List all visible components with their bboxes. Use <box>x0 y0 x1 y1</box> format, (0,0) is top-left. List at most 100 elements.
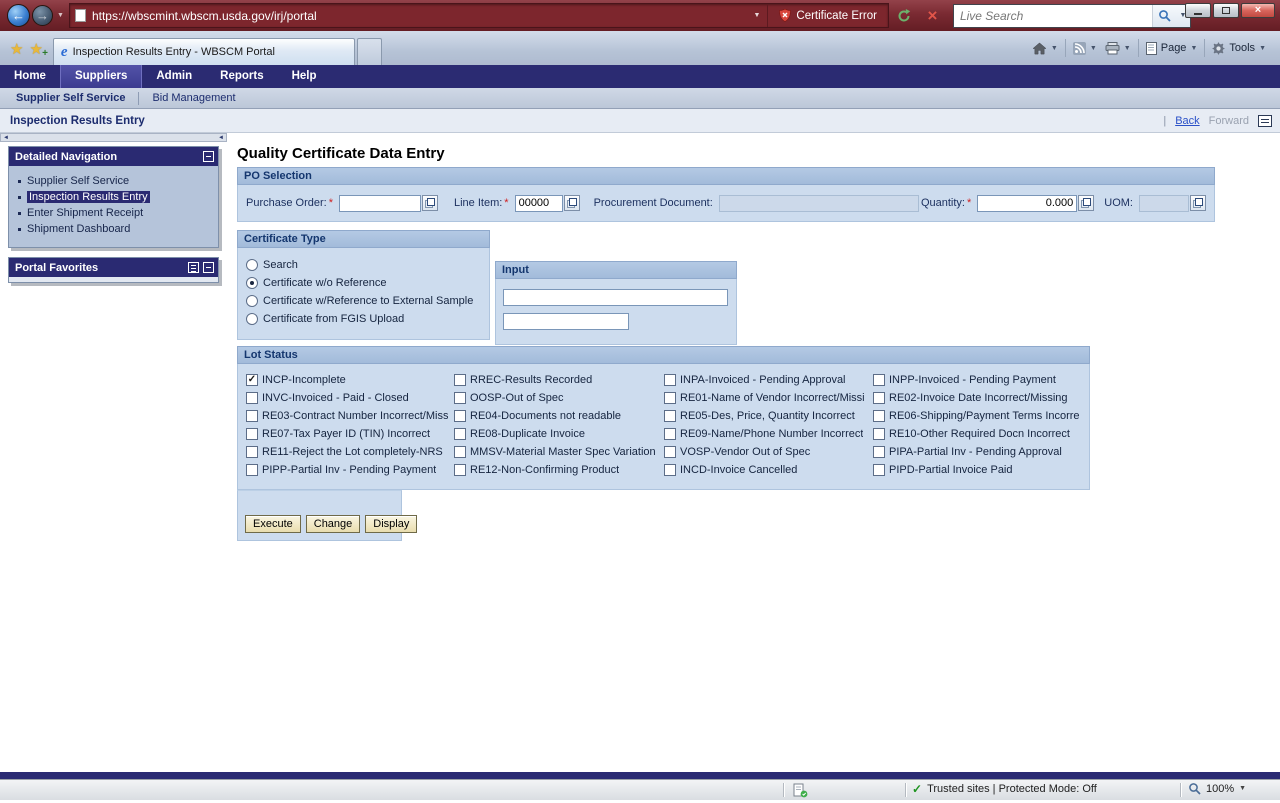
search-input[interactable] <box>954 9 1152 23</box>
feeds-button[interactable]: ▼ <box>1069 31 1101 65</box>
checkbox-icon[interactable] <box>664 374 676 386</box>
page-menu-button[interactable]: Page ▼ <box>1142 31 1202 65</box>
menu-item-reports[interactable]: Reports <box>206 65 277 88</box>
print-button[interactable]: ▼ <box>1101 31 1135 65</box>
checkbox-icon[interactable] <box>873 410 885 422</box>
lot-status-item-re02[interactable]: RE02-Invoice Date Incorrect/Missing <box>873 389 1089 407</box>
page-options-icon[interactable] <box>1258 115 1272 127</box>
certificate-type-option-certificate-w-o-reference[interactable]: Certificate w/o Reference <box>246 274 489 292</box>
submenu-item-bid-management[interactable]: Bid Management <box>152 92 235 104</box>
display-button[interactable]: Display <box>365 515 417 533</box>
search-icon[interactable] <box>1152 5 1176 27</box>
refresh-button[interactable] <box>892 3 917 28</box>
lot-status-item-oosp[interactable]: OOSP-Out of Spec <box>454 389 664 407</box>
lot-status-item-inpp[interactable]: INPP-Invoiced - Pending Payment <box>873 371 1089 389</box>
menu-item-home[interactable]: Home <box>0 65 60 88</box>
input-field-1[interactable] <box>503 289 728 306</box>
lot-status-item-pipd[interactable]: PIPD-Partial Invoice Paid <box>873 461 1089 479</box>
checkbox-icon[interactable] <box>246 428 258 440</box>
sidebar-item-shipment-dashboard[interactable]: Shipment Dashboard <box>9 221 218 237</box>
tools-dropdown-icon[interactable]: ▼ <box>1259 45 1266 52</box>
portal-back-link[interactable]: Back <box>1175 115 1199 127</box>
checkbox-icon[interactable] <box>873 446 885 458</box>
page-dropdown-icon[interactable]: ▼ <box>1190 45 1197 52</box>
checkbox-icon[interactable] <box>454 446 466 458</box>
certificate-type-option-certificate-from-fgis-upload[interactable]: Certificate from FGIS Upload <box>246 310 489 328</box>
checkbox-icon[interactable] <box>454 464 466 476</box>
radio-icon[interactable] <box>246 277 258 289</box>
checkbox-icon[interactable] <box>454 392 466 404</box>
certificate-type-option-certificate-w-reference-to-external-sample[interactable]: Certificate w/Reference to External Samp… <box>246 292 489 310</box>
value-help-icon[interactable] <box>1190 195 1206 211</box>
input-field-2[interactable] <box>503 313 629 330</box>
lot-status-item-re09[interactable]: RE09-Name/Phone Number Incorrect <box>664 425 873 443</box>
change-button[interactable]: Change <box>306 515 361 533</box>
lot-status-item-re07[interactable]: RE07-Tax Payer ID (TIN) Incorrect <box>246 425 454 443</box>
menu-item-help[interactable]: Help <box>278 65 331 88</box>
address-bar[interactable]: https://wbscmint.wbscm.usda.gov/irj/port… <box>69 3 889 28</box>
lot-status-item-pipp[interactable]: PIPP-Partial Inv - Pending Payment <box>246 461 454 479</box>
checkbox-icon[interactable] <box>664 392 676 404</box>
checkbox-icon[interactable] <box>246 410 258 422</box>
radio-icon[interactable] <box>246 295 258 307</box>
checkbox-icon[interactable] <box>246 464 258 476</box>
print-dropdown-icon[interactable]: ▼ <box>1124 45 1131 52</box>
lot-status-item-rrec[interactable]: RREC-Results Recorded <box>454 371 664 389</box>
lot-status-item-invc[interactable]: INVC-Invoiced - Paid - Closed <box>246 389 454 407</box>
lot-status-item-re11[interactable]: RE11-Reject the Lot completely-NRS <box>246 443 454 461</box>
checkbox-icon[interactable] <box>873 392 885 404</box>
purchase-order-input[interactable] <box>339 195 421 212</box>
tools-menu-button[interactable]: Tools ▼ <box>1208 31 1270 65</box>
sidebar-item-inspection-results-entry[interactable]: Inspection Results Entry <box>9 189 218 205</box>
menu-item-suppliers[interactable]: Suppliers <box>60 65 142 88</box>
scroll-right-icon[interactable]: ◄ <box>218 135 224 141</box>
value-help-icon[interactable] <box>1078 195 1094 211</box>
checkbox-icon[interactable] <box>873 464 885 476</box>
lot-status-item-incd[interactable]: INCD-Invoice Cancelled <box>664 461 873 479</box>
value-help-icon[interactable] <box>422 195 438 211</box>
sidebar-scrollbar[interactable]: ◄ ◄ <box>0 133 227 142</box>
lot-status-item-re03[interactable]: RE03-Contract Number Incorrect/Miss <box>246 407 454 425</box>
checkbox-icon[interactable] <box>664 446 676 458</box>
lot-status-item-inpa[interactable]: INPA-Invoiced - Pending Approval <box>664 371 873 389</box>
checkbox-icon[interactable] <box>454 374 466 386</box>
lot-status-item-re12[interactable]: RE12-Non-Confirming Product <box>454 461 664 479</box>
list-view-icon[interactable] <box>188 262 199 273</box>
checkbox-icon[interactable] <box>664 410 676 422</box>
checkbox-icon[interactable] <box>873 374 885 386</box>
lot-status-item-re10[interactable]: RE10-Other Required Docn Incorrect <box>873 425 1089 443</box>
certificate-error-badge[interactable]: Certificate Error <box>767 4 888 27</box>
menu-item-admin[interactable]: Admin <box>142 65 206 88</box>
scroll-left-icon[interactable]: ◄ <box>3 135 9 141</box>
checkbox-icon[interactable]: ✓ <box>246 374 258 386</box>
lot-status-item-vosp[interactable]: VOSP-Vendor Out of Spec <box>664 443 873 461</box>
radio-icon[interactable] <box>246 313 258 325</box>
value-help-icon[interactable] <box>564 195 580 211</box>
lot-status-item-re04[interactable]: RE04-Documents not readable <box>454 407 664 425</box>
forward-button[interactable]: → <box>32 5 53 26</box>
submenu-item-supplier-self-service[interactable]: Supplier Self Service <box>16 92 125 104</box>
radio-icon[interactable] <box>246 259 258 271</box>
close-button[interactable]: × <box>1241 3 1275 18</box>
checkbox-icon[interactable] <box>246 392 258 404</box>
lot-status-item-re08[interactable]: RE08-Duplicate Invoice <box>454 425 664 443</box>
zoom-control[interactable]: 100% ▼ <box>1188 782 1246 795</box>
quantity-input[interactable] <box>977 195 1077 212</box>
home-button[interactable]: ▼ <box>1028 31 1062 65</box>
certificate-type-option-search[interactable]: Search <box>246 256 489 274</box>
zoom-dropdown-icon[interactable]: ▼ <box>1239 785 1246 792</box>
home-dropdown-icon[interactable]: ▼ <box>1051 45 1058 52</box>
lot-status-item-pipa[interactable]: PIPA-Partial Inv - Pending Approval <box>873 443 1089 461</box>
stop-button[interactable]: × <box>920 3 945 28</box>
checkbox-icon[interactable] <box>454 428 466 440</box>
lot-status-item-re05[interactable]: RE05-Des, Price, Quantity Incorrect <box>664 407 873 425</box>
browser-tab[interactable]: e Inspection Results Entry - WBSCM Porta… <box>53 38 355 65</box>
checkbox-icon[interactable] <box>873 428 885 440</box>
checkbox-icon[interactable] <box>454 410 466 422</box>
execute-button[interactable]: Execute <box>245 515 301 533</box>
back-button[interactable]: ← <box>7 4 30 27</box>
checkbox-icon[interactable] <box>664 464 676 476</box>
lot-status-item-mmsv[interactable]: MMSV-Material Master Spec Variation <box>454 443 664 461</box>
add-favorite-icon[interactable]: ★ <box>29 42 42 57</box>
collapse-panel-icon[interactable] <box>203 151 214 162</box>
